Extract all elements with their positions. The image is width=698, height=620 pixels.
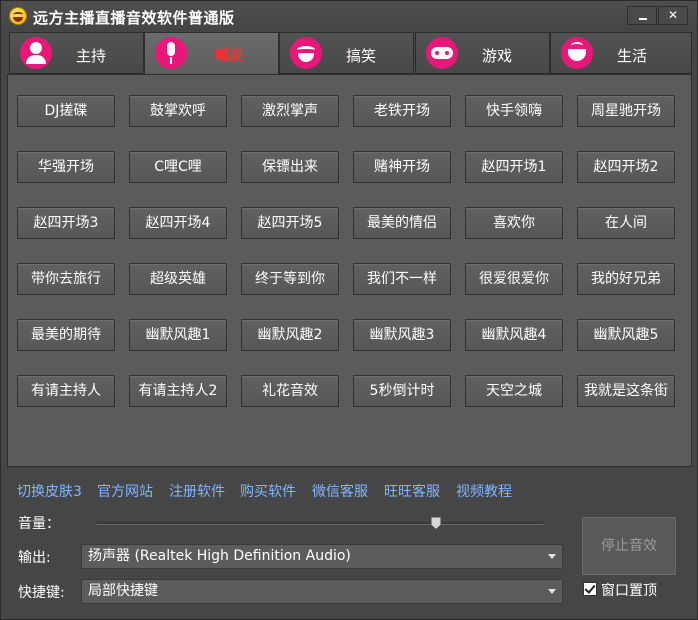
host-icon — [20, 37, 52, 69]
sound-button[interactable]: 赵四开场4 — [129, 207, 227, 239]
sound-button[interactable]: 幽默风趣3 — [353, 319, 451, 351]
sound-button[interactable]: 带你去旅行 — [17, 263, 115, 295]
sound-button[interactable]: 最美的情侣 — [353, 207, 451, 239]
sound-button[interactable]: 天空之城 — [465, 375, 563, 407]
sound-button[interactable]: 赵四开场5 — [241, 207, 339, 239]
life-icon — [561, 37, 593, 69]
sound-button[interactable]: 幽默风趣5 — [577, 319, 675, 351]
sound-button[interactable]: 幽默风趣1 — [129, 319, 227, 351]
sound-button-panel: DJ搓碟 鼓掌欢呼 激烈掌声 老铁开场 快手领嗨 周星驰开场华强开场 C哩C哩 保镖出来 赌神开… — [7, 74, 692, 467]
sound-button[interactable]: 幽默风趣4 — [465, 319, 563, 351]
sound-button[interactable]: 鼓掌欢呼 — [129, 95, 227, 127]
topmost-label: 窗口置顶 — [601, 583, 657, 599]
tab-host[interactable]: 主持 — [9, 32, 144, 74]
smiley-app-icon — [9, 7, 27, 25]
tab-label: 生活 — [617, 47, 648, 65]
tab-label: 游戏 — [482, 47, 513, 65]
sound-button[interactable]: 有请主持人 — [17, 375, 115, 407]
sound-button[interactable]: 5秒倒计时 — [353, 375, 451, 407]
window-title: 远方主播直播音效软件普通版 — [33, 9, 235, 27]
link-official-site[interactable]: 官方网站 — [97, 481, 153, 501]
link-wangwang-support[interactable]: 旺旺客服 — [384, 481, 440, 501]
link-switch-skin[interactable]: 切换皮肤3 — [17, 481, 82, 501]
sound-button[interactable]: 最美的期待 — [17, 319, 115, 351]
sound-button[interactable]: 超级英雄 — [129, 263, 227, 295]
gamepad-icon — [426, 37, 458, 69]
sound-button[interactable]: 华强开场 — [17, 151, 115, 183]
sound-button[interactable]: 幽默风趣2 — [241, 319, 339, 351]
tab-label: 喊麦 — [215, 48, 243, 64]
link-wechat-support[interactable]: 微信客服 — [312, 481, 368, 501]
output-label: 输出: — [18, 550, 51, 566]
laugh-icon — [290, 37, 322, 69]
link-video-tutorial[interactable]: 视频教程 — [456, 481, 512, 501]
sound-button[interactable]: 周星驰开场 — [577, 95, 675, 127]
sound-button[interactable]: 老铁开场 — [353, 95, 451, 127]
close-button[interactable]: ✕ — [658, 6, 688, 25]
sound-button[interactable]: C哩C哩 — [129, 151, 227, 183]
output-device-value: 扬声器 (Realtek High Definition Audio) — [88, 548, 351, 564]
sound-button[interactable]: 赵四开场1 — [465, 151, 563, 183]
volume-slider[interactable] — [97, 522, 543, 525]
sound-button[interactable]: 赵四开场2 — [577, 151, 675, 183]
sound-button[interactable]: 我们不一样 — [353, 263, 451, 295]
sound-button[interactable]: 保镖出来 — [241, 151, 339, 183]
tab-life[interactable]: 生活 — [550, 32, 692, 74]
sound-button[interactable]: 赵四开场3 — [17, 207, 115, 239]
minimize-button[interactable] — [627, 6, 657, 25]
tab-game[interactable]: 游戏 — [415, 32, 550, 74]
output-device-select[interactable]: 扬声器 (Realtek High Definition Audio) — [81, 544, 563, 569]
sound-button[interactable]: 很爱很爱你 — [465, 263, 563, 295]
volume-label: 音量： — [18, 516, 60, 532]
topmost-checkbox[interactable] — [583, 582, 597, 596]
sound-button[interactable]: 终于等到你 — [241, 263, 339, 295]
app-window: 远方主播直播音效软件普通版 ✕ 主持 喊麦 搞笑 游戏 生活 DJ搓碟 鼓掌欢呼激… — [0, 0, 698, 620]
stop-sound-button[interactable]: 停止音效 — [582, 517, 676, 575]
sound-button[interactable]: DJ搓碟 — [17, 95, 115, 127]
chevron-down-icon — [548, 589, 556, 594]
link-buy[interactable]: 购买软件 — [240, 481, 296, 501]
sound-button[interactable]: 喜欢你 — [465, 207, 563, 239]
tab-shout[interactable]: 喊麦 — [144, 32, 279, 75]
sound-button[interactable]: 我就是这条街 — [577, 375, 675, 407]
hotkey-select[interactable]: 局部快捷键 — [81, 579, 563, 604]
volume-slider-thumb[interactable] — [430, 517, 441, 529]
sound-button[interactable]: 有请主持人2 — [129, 375, 227, 407]
link-register[interactable]: 注册软件 — [169, 481, 225, 501]
title-bar[interactable]: 远方主播直播音效软件普通版 ✕ — [1, 1, 697, 31]
tab-label: 主持 — [76, 47, 107, 65]
sound-button[interactable]: 我的好兄弟 — [577, 263, 675, 295]
hotkey-value: 局部快捷键 — [88, 583, 158, 599]
sound-button[interactable]: 快手领嗨 — [465, 95, 563, 127]
sound-button[interactable]: 激烈掌声 — [241, 95, 339, 127]
chevron-down-icon — [548, 554, 556, 559]
category-tabs: 主持 喊麦 搞笑 游戏 生活 — [9, 32, 692, 75]
hotkey-label: 快捷键: — [18, 585, 65, 601]
tab-funny[interactable]: 搞笑 — [279, 32, 414, 74]
microphone-icon — [155, 37, 187, 69]
sound-button[interactable]: 礼花音效 — [241, 375, 339, 407]
tab-label: 搞笑 — [346, 47, 377, 65]
sound-button[interactable]: 在人间 — [577, 207, 675, 239]
sound-button[interactable]: 赌神开场 — [353, 151, 451, 183]
